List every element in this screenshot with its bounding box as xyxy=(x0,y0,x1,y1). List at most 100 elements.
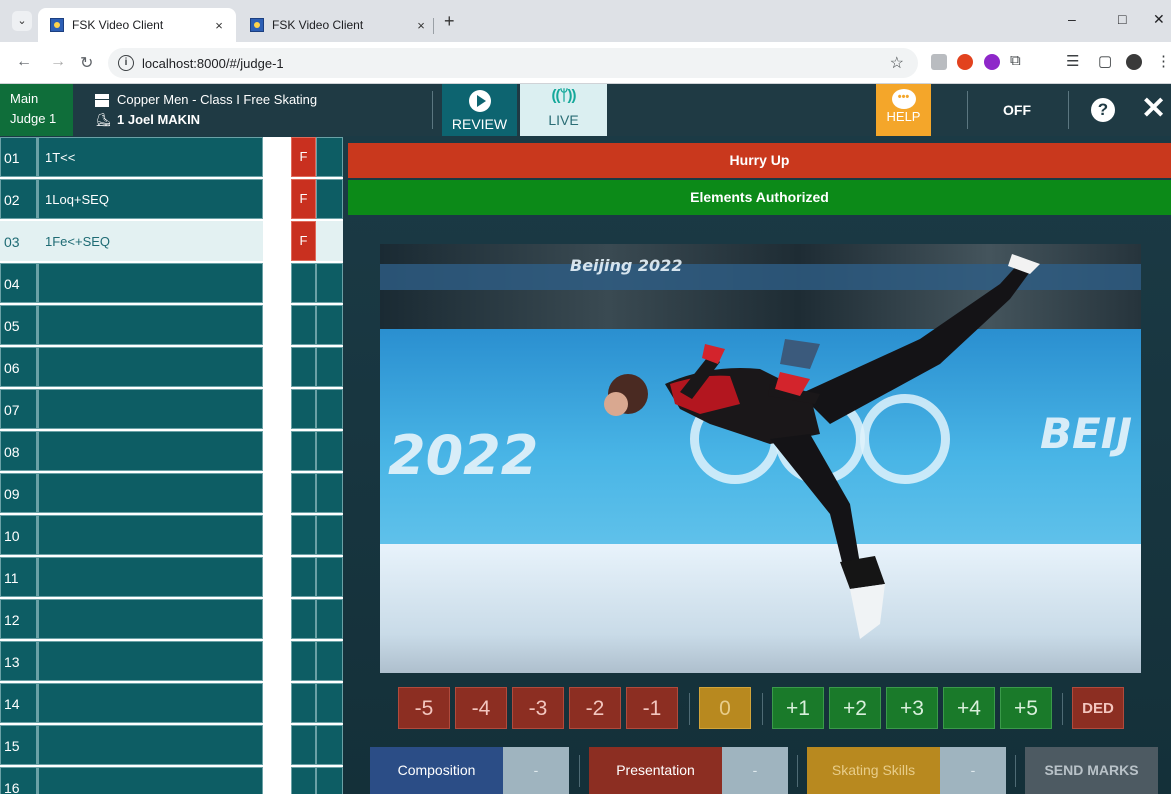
element-code[interactable] xyxy=(37,305,263,345)
element-code[interactable] xyxy=(37,599,263,639)
element-row[interactable]: 05 xyxy=(0,305,343,345)
element-row[interactable]: 12 xyxy=(0,599,343,639)
element-goe-cell[interactable] xyxy=(316,515,343,555)
goe-button[interactable]: +4 xyxy=(943,687,995,729)
skating-skills-button[interactable]: Skating Skills xyxy=(807,747,940,794)
element-flag[interactable] xyxy=(291,767,316,794)
element-flag[interactable] xyxy=(291,473,316,513)
presentation-value[interactable]: - xyxy=(722,747,788,794)
element-code[interactable]: 1Loq+SEQ xyxy=(37,179,263,219)
element-flag[interactable] xyxy=(291,515,316,555)
element-goe-cell[interactable] xyxy=(316,557,343,597)
element-flag[interactable]: F xyxy=(291,221,316,261)
help-button[interactable]: ••• HELP xyxy=(876,84,931,136)
element-code[interactable] xyxy=(37,767,263,794)
deduction-button[interactable]: DED xyxy=(1072,687,1124,729)
extensions-puzzle-icon[interactable]: ⧉ xyxy=(1010,52,1021,69)
composition-button[interactable]: Composition xyxy=(370,747,503,794)
close-icon[interactable]: ✕ xyxy=(1141,94,1166,124)
reading-list-icon[interactable]: ☰ xyxy=(1066,52,1079,70)
goe-button[interactable]: -4 xyxy=(455,687,507,729)
element-flag[interactable] xyxy=(291,305,316,345)
skating-skills-value[interactable]: - xyxy=(940,747,1006,794)
element-code[interactable] xyxy=(37,557,263,597)
minimize-icon[interactable]: – xyxy=(1068,11,1076,27)
extension-icon[interactable] xyxy=(931,54,947,70)
window-close-icon[interactable]: ✕ xyxy=(1153,11,1165,28)
element-row[interactable]: 13 xyxy=(0,641,343,681)
element-goe-cell[interactable] xyxy=(316,263,343,303)
element-flag[interactable] xyxy=(291,683,316,723)
element-flag[interactable] xyxy=(291,389,316,429)
element-code[interactable]: 1T<< xyxy=(37,137,263,177)
element-row[interactable]: 15 xyxy=(0,725,343,765)
element-goe-cell[interactable] xyxy=(316,431,343,471)
element-code[interactable] xyxy=(37,263,263,303)
browser-tab-active[interactable]: FSK Video Client × xyxy=(38,8,236,42)
bookmark-star-icon[interactable]: ☆ xyxy=(890,53,904,73)
element-row[interactable]: 03 1Fe<+SEQ F xyxy=(0,221,343,261)
composition-value[interactable]: - xyxy=(503,747,569,794)
goe-button[interactable]: +2 xyxy=(829,687,881,729)
browser-tab-inactive[interactable]: FSK Video Client × xyxy=(238,8,438,42)
element-code[interactable] xyxy=(37,683,263,723)
element-code[interactable] xyxy=(37,641,263,681)
goe-button[interactable]: +1 xyxy=(772,687,824,729)
question-icon[interactable]: ? xyxy=(1091,98,1115,122)
tab-search-chevron-icon[interactable]: ⌄ xyxy=(12,11,32,31)
maximize-icon[interactable]: □ xyxy=(1118,11,1126,27)
element-flag[interactable]: F xyxy=(291,179,316,219)
url-text[interactable]: localhost:8000/#/judge-1 xyxy=(142,56,284,71)
element-row[interactable]: 01 1T<< F xyxy=(0,137,343,177)
side-panel-icon[interactable]: ▢ xyxy=(1098,52,1112,70)
element-goe-cell[interactable] xyxy=(316,767,343,794)
element-row[interactable]: 06 xyxy=(0,347,343,387)
element-row[interactable]: 07 xyxy=(0,389,343,429)
goe-button[interactable]: +3 xyxy=(886,687,938,729)
element-code[interactable] xyxy=(37,431,263,471)
element-row[interactable]: 09 xyxy=(0,473,343,513)
element-goe-cell[interactable] xyxy=(316,179,343,219)
element-flag[interactable] xyxy=(291,557,316,597)
video-player[interactable]: Beijing 2022 2022 BEIJ xyxy=(380,244,1141,673)
element-flag[interactable] xyxy=(291,263,316,303)
element-flag[interactable] xyxy=(291,431,316,471)
tab-close-icon[interactable]: × xyxy=(210,18,228,33)
element-row[interactable]: 14 xyxy=(0,683,343,723)
goe-button[interactable]: -3 xyxy=(512,687,564,729)
element-code[interactable] xyxy=(37,389,263,429)
element-flag[interactable] xyxy=(291,599,316,639)
presentation-button[interactable]: Presentation xyxy=(589,747,722,794)
goe-button[interactable]: 0 xyxy=(699,687,751,729)
element-row[interactable]: 11 xyxy=(0,557,343,597)
element-row[interactable]: 04 xyxy=(0,263,343,303)
url-omnibox[interactable]: i localhost:8000/#/judge-1 ☆ xyxy=(108,48,918,78)
goe-button[interactable]: -5 xyxy=(398,687,450,729)
element-goe-cell[interactable] xyxy=(316,599,343,639)
element-code[interactable] xyxy=(37,515,263,555)
element-row[interactable]: 10 xyxy=(0,515,343,555)
back-arrow-icon[interactable]: ← xyxy=(16,53,32,71)
extension-purple-icon[interactable] xyxy=(984,54,1000,70)
element-goe-cell[interactable] xyxy=(316,305,343,345)
reload-icon[interactable]: ↻ xyxy=(80,53,93,73)
site-info-icon[interactable]: i xyxy=(118,55,134,71)
element-flag[interactable] xyxy=(291,347,316,387)
element-goe-cell[interactable] xyxy=(316,389,343,429)
profile-avatar[interactable] xyxy=(1126,54,1142,70)
goe-button[interactable]: -1 xyxy=(626,687,678,729)
element-row[interactable]: 08 xyxy=(0,431,343,471)
element-flag[interactable]: F xyxy=(291,137,316,177)
element-goe-cell[interactable] xyxy=(316,725,343,765)
browser-menu-icon[interactable]: ⋮ xyxy=(1156,52,1171,70)
review-button[interactable]: REVIEW xyxy=(442,84,517,136)
forward-arrow-icon[interactable]: → xyxy=(50,53,66,71)
new-tab-icon[interactable]: + xyxy=(444,11,455,32)
element-goe-cell[interactable] xyxy=(316,473,343,513)
element-code[interactable] xyxy=(37,347,263,387)
element-goe-cell[interactable] xyxy=(316,221,343,261)
element-row[interactable]: 16 xyxy=(0,767,343,794)
goe-button[interactable]: +5 xyxy=(1000,687,1052,729)
element-code[interactable]: 1Fe<+SEQ xyxy=(37,221,263,261)
live-button[interactable]: ((ᛘ)) LIVE xyxy=(520,84,607,136)
